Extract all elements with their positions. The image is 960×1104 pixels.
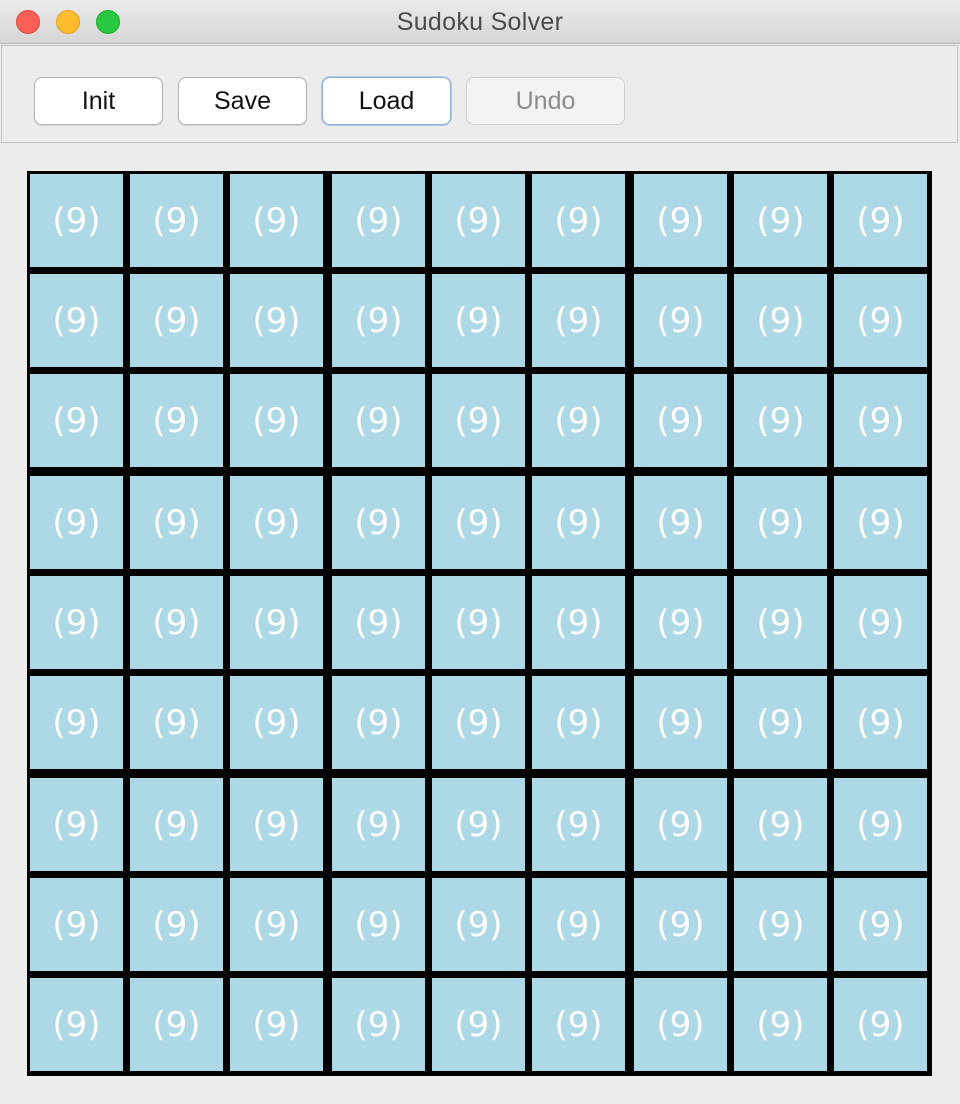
sudoku-cell[interactable]: (9): [432, 978, 525, 1071]
sudoku-cell[interactable]: (9): [432, 576, 525, 669]
sudoku-cell[interactable]: (9): [332, 476, 425, 569]
sudoku-cell[interactable]: (9): [634, 676, 727, 769]
sudoku-cell[interactable]: (9): [30, 374, 123, 467]
sudoku-cell[interactable]: (9): [30, 878, 123, 971]
title-bar[interactable]: Sudoku Solver: [0, 0, 960, 44]
sudoku-cell[interactable]: (9): [332, 374, 425, 467]
sudoku-cell[interactable]: (9): [532, 878, 625, 971]
sudoku-cell[interactable]: (9): [332, 878, 425, 971]
sudoku-cell[interactable]: (9): [332, 978, 425, 1071]
window-title: Sudoku Solver: [396, 8, 564, 36]
save-button[interactable]: Save: [178, 77, 307, 125]
sudoku-cell[interactable]: (9): [734, 878, 827, 971]
sudoku-cell[interactable]: (9): [734, 778, 827, 871]
sudoku-cell[interactable]: (9): [532, 576, 625, 669]
sudoku-cell[interactable]: (9): [734, 576, 827, 669]
sudoku-cell[interactable]: (9): [130, 274, 223, 367]
sudoku-cell[interactable]: (9): [30, 576, 123, 669]
sudoku-cell[interactable]: (9): [230, 174, 323, 267]
sudoku-cell[interactable]: (9): [130, 576, 223, 669]
sudoku-cell[interactable]: (9): [332, 676, 425, 769]
sudoku-cell[interactable]: (9): [130, 978, 223, 1071]
sudoku-cell[interactable]: (9): [634, 576, 727, 669]
sudoku-cell[interactable]: (9): [634, 476, 727, 569]
sudoku-cell[interactable]: (9): [130, 878, 223, 971]
init-button[interactable]: Init: [34, 77, 163, 125]
sudoku-cell[interactable]: (9): [30, 978, 123, 1071]
sudoku-cell[interactable]: (9): [734, 978, 827, 1071]
sudoku-cell[interactable]: (9): [130, 174, 223, 267]
sudoku-cell[interactable]: (9): [532, 476, 625, 569]
sudoku-cell[interactable]: (9): [834, 978, 927, 1071]
sudoku-cell[interactable]: (9): [634, 174, 727, 267]
sudoku-cell[interactable]: (9): [30, 778, 123, 871]
sudoku-cell[interactable]: (9): [734, 374, 827, 467]
sudoku-cell[interactable]: (9): [230, 878, 323, 971]
sudoku-cell[interactable]: (9): [734, 274, 827, 367]
sudoku-cell[interactable]: (9): [834, 778, 927, 871]
sudoku-cell[interactable]: (9): [130, 374, 223, 467]
sudoku-cell[interactable]: (9): [230, 978, 323, 1071]
sudoku-cell[interactable]: (9): [834, 878, 927, 971]
sudoku-cell[interactable]: (9): [432, 676, 525, 769]
app-window: Sudoku Solver Init Save Load Undo (9) (9)…: [0, 0, 960, 1104]
sudoku-cell[interactable]: (9): [734, 676, 827, 769]
sudoku-cell[interactable]: (9): [532, 778, 625, 871]
sudoku-cell[interactable]: (9): [230, 778, 323, 871]
sudoku-cell[interactable]: (9): [130, 476, 223, 569]
sudoku-cell[interactable]: (9): [230, 274, 323, 367]
sudoku-cell[interactable]: (9): [30, 174, 123, 267]
undo-button[interactable]: Undo: [466, 77, 625, 125]
sudoku-cell[interactable]: (9): [432, 374, 525, 467]
sudoku-cell[interactable]: (9): [332, 778, 425, 871]
sudoku-cell[interactable]: (9): [834, 576, 927, 669]
sudoku-board: (9) (9) (9) (9) (9) (9) (9) (9) (9) (9) (9) (9) (9)(…: [27, 171, 932, 1076]
sudoku-cell[interactable]: (9): [634, 374, 727, 467]
sudoku-cell[interactable]: (9): [834, 374, 927, 467]
sudoku-cell[interactable]: (9): [532, 374, 625, 467]
sudoku-cell[interactable]: (9): [634, 778, 727, 871]
sudoku-cell[interactable]: (9): [230, 476, 323, 569]
sudoku-cell[interactable]: (9): [834, 476, 927, 569]
sudoku-cell[interactable]: (9): [532, 174, 625, 267]
sudoku-cell[interactable]: (9): [834, 274, 927, 367]
sudoku-cell[interactable]: (9): [230, 676, 323, 769]
sudoku-cell[interactable]: (9): [634, 274, 727, 367]
sudoku-cell[interactable]: (9): [332, 274, 425, 367]
sudoku-cell[interactable]: (9): [30, 476, 123, 569]
sudoku-cell[interactable]: (9): [130, 778, 223, 871]
sudoku-cell[interactable]: (9): [432, 274, 525, 367]
sudoku-cell[interactable]: (9): [30, 274, 123, 367]
load-button[interactable]: Load: [322, 77, 451, 125]
sudoku-cell[interactable]: (9): [432, 174, 525, 267]
sudoku-cell[interactable]: (9): [432, 476, 525, 569]
sudoku-cell[interactable]: (9): [332, 174, 425, 267]
sudoku-cell[interactable]: (9): [532, 274, 625, 367]
sudoku-cell[interactable]: (9): [230, 374, 323, 467]
sudoku-cell[interactable]: (9): [432, 778, 525, 871]
sudoku-cell[interactable]: (9): [634, 878, 727, 971]
sudoku-cell[interactable]: (9): [834, 174, 927, 267]
sudoku-cell[interactable]: (9): [634, 978, 727, 1071]
sudoku-cell[interactable]: (9): [130, 676, 223, 769]
sudoku-cell[interactable]: (9): [734, 476, 827, 569]
toolbar: Init Save Load Undo: [1, 45, 958, 143]
sudoku-cell[interactable]: (9): [734, 174, 827, 267]
sudoku-cell[interactable]: (9): [834, 676, 927, 769]
sudoku-cell[interactable]: (9): [30, 676, 123, 769]
sudoku-cell[interactable]: (9): [532, 676, 625, 769]
sudoku-cell[interactable]: (9): [432, 878, 525, 971]
sudoku-cell[interactable]: (9): [332, 576, 425, 669]
sudoku-cell[interactable]: (9): [532, 978, 625, 1071]
sudoku-cell[interactable]: (9): [230, 576, 323, 669]
